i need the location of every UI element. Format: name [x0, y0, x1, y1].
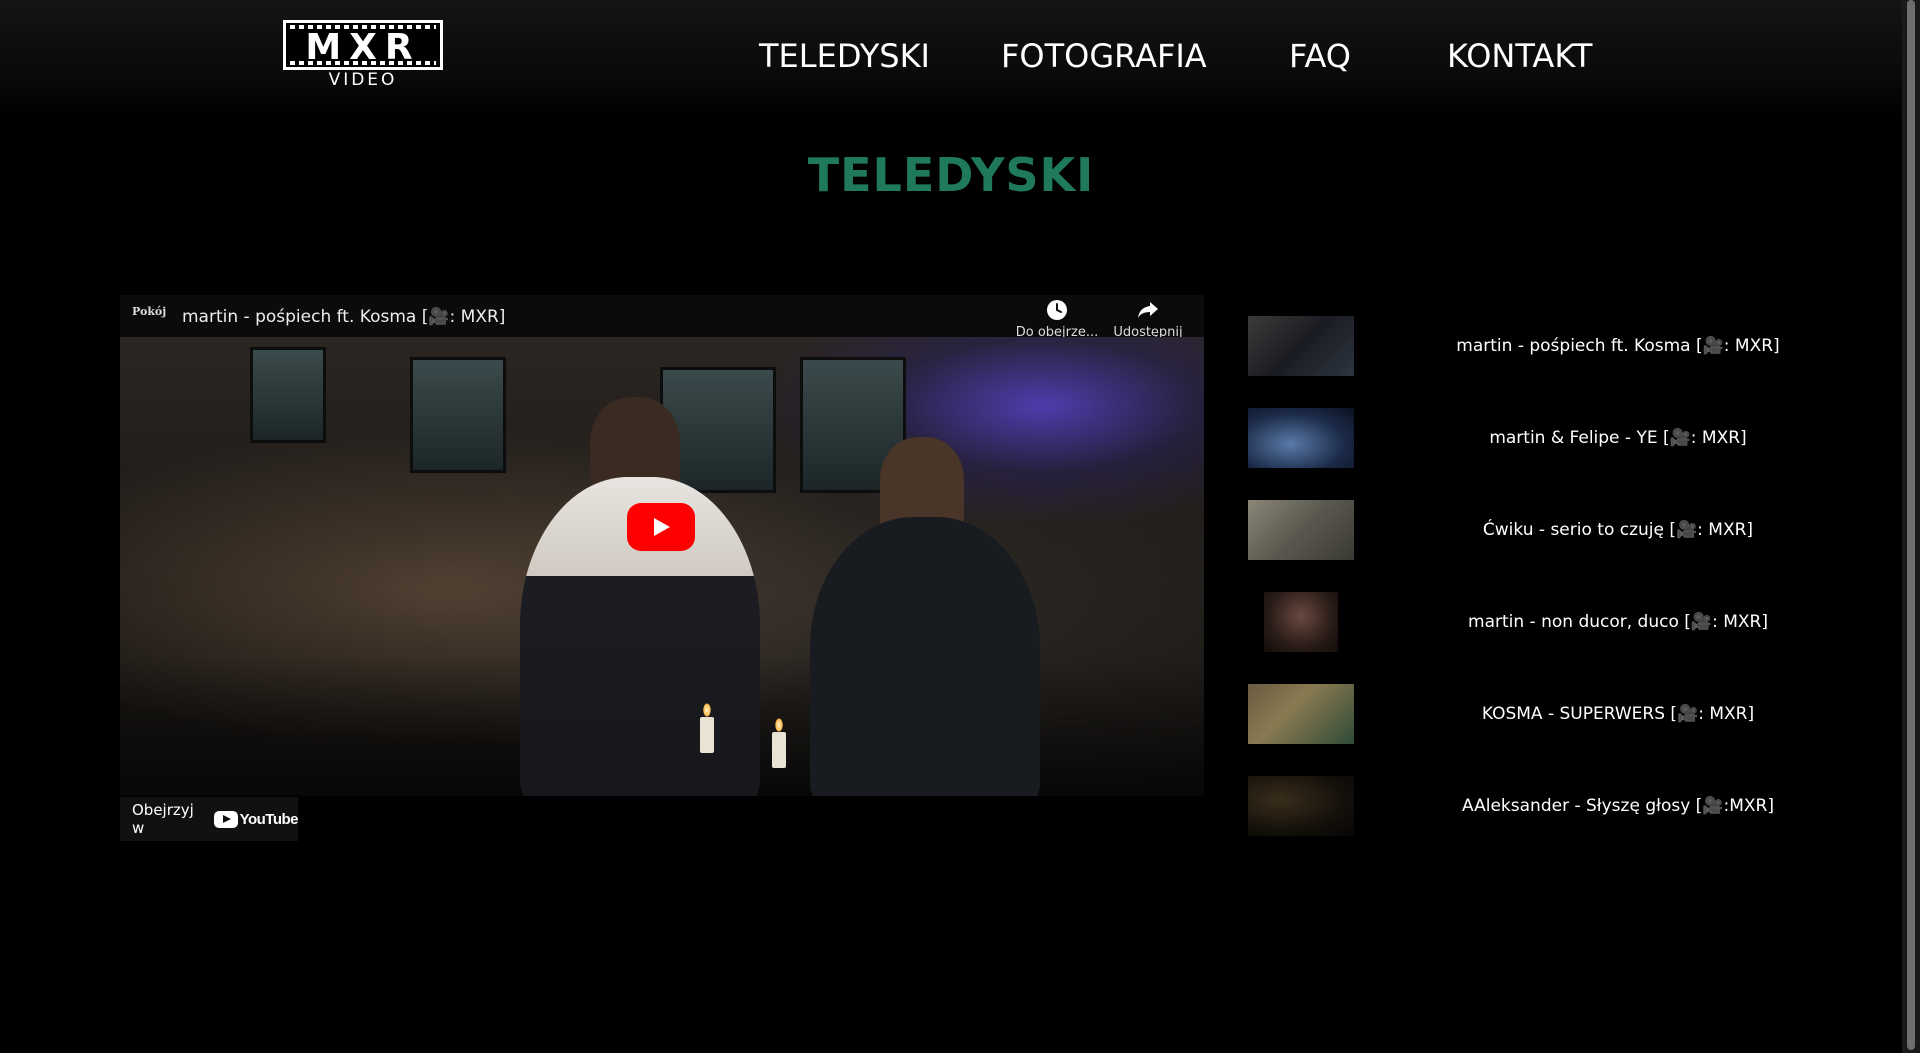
play-icon [654, 518, 670, 536]
scrollbar-thumb[interactable] [1907, 0, 1915, 1050]
watch-later-button[interactable]: Do obejrze... [1012, 299, 1102, 340]
video-thumbnail-small [1248, 500, 1354, 560]
youtube-player[interactable]: Pokój martin - pośpiech ft. Kosma [🎥: MX… [120, 295, 1204, 845]
playlist-item[interactable]: martin & Felipe - YE [🎥: MXR] [1248, 408, 1848, 470]
watch-on-label: Obejrzyj w [132, 801, 194, 837]
playlist-item-title: AAleksander - Słyszę głosy [🎥:MXR] [1462, 796, 1774, 816]
scene-candle [700, 703, 714, 753]
playlist-item[interactable]: AAleksander - Słyszę głosy [🎥:MXR] [1248, 776, 1848, 838]
playlist-item[interactable]: KOSMA - SUPERWERS [🎥: MXR] [1248, 684, 1848, 746]
nav-faq[interactable]: FAQ [1289, 34, 1351, 78]
scene-window [410, 357, 506, 473]
play-button[interactable] [627, 503, 695, 551]
page-scrollbar[interactable] [1902, 0, 1920, 1053]
video-thumbnail-small [1248, 684, 1354, 744]
playlist-item[interactable]: Ćwiku - serio to czuję [🎥: MXR] [1248, 500, 1848, 562]
channel-avatar[interactable]: Pokój [132, 306, 166, 330]
clock-icon [1012, 299, 1102, 325]
playlist-item-title: martin - pośpiech ft. Kosma [🎥: MXR] [1456, 336, 1780, 356]
logo-subtitle: VIDEO [328, 70, 398, 90]
share-button[interactable]: Udostępnij [1103, 299, 1193, 340]
video-thumbnail[interactable] [120, 337, 1204, 796]
playlist-item-title: KOSMA - SUPERWERS [🎥: MXR] [1481, 704, 1755, 724]
nav-fotografia[interactable]: FOTOGRAFIA [1001, 34, 1207, 78]
video-thumbnail-small [1248, 316, 1354, 376]
video-thumbnail-small [1264, 592, 1338, 652]
logo-film-frame: MXR [283, 20, 443, 70]
scene-person-body [810, 517, 1040, 796]
mxr-logo[interactable]: MXR VIDEO [283, 20, 443, 92]
youtube-wordmark: YouTube [239, 810, 299, 828]
video-thumbnail-small [1248, 408, 1354, 468]
playlist-item-title: martin & Felipe - YE [🎥: MXR] [1489, 428, 1747, 448]
share-icon [1103, 299, 1193, 325]
watch-on-youtube-button[interactable]: Obejrzyj w YouTube [120, 797, 299, 841]
nav-kontakt[interactable]: KONTAKT [1447, 34, 1592, 78]
nav-teledyski[interactable]: TELEDYSKI [759, 34, 930, 78]
playlist-item[interactable]: martin - non ducor, duco [🎥: MXR] [1248, 592, 1848, 654]
page: MXR VIDEO TELEDYSKI FOTOGRAFIA FAQ KONTA… [0, 0, 1920, 1053]
playlist-item-title: Ćwiku - serio to czuję [🎥: MXR] [1482, 520, 1754, 540]
playlist-item-title: martin - non ducor, duco [🎥: MXR] [1468, 612, 1768, 632]
scene-window [250, 347, 326, 443]
video-title[interactable]: martin - pośpiech ft. Kosma [🎥: MXR] [182, 307, 505, 327]
site-header: MXR VIDEO TELEDYSKI FOTOGRAFIA FAQ KONTA… [0, 0, 1902, 120]
scene-candle [772, 718, 786, 768]
youtube-play-icon [213, 810, 238, 828]
playlist-item[interactable]: martin - pośpiech ft. Kosma [🎥: MXR] [1248, 316, 1848, 378]
video-thumbnail-small [1248, 776, 1354, 836]
youtube-logo-icon: YouTube [213, 810, 299, 828]
film-perforation-bottom [290, 61, 436, 65]
player-top-bar: Pokój martin - pośpiech ft. Kosma [🎥: MX… [120, 295, 1204, 340]
page-title: TELEDYSKI [807, 148, 1095, 202]
